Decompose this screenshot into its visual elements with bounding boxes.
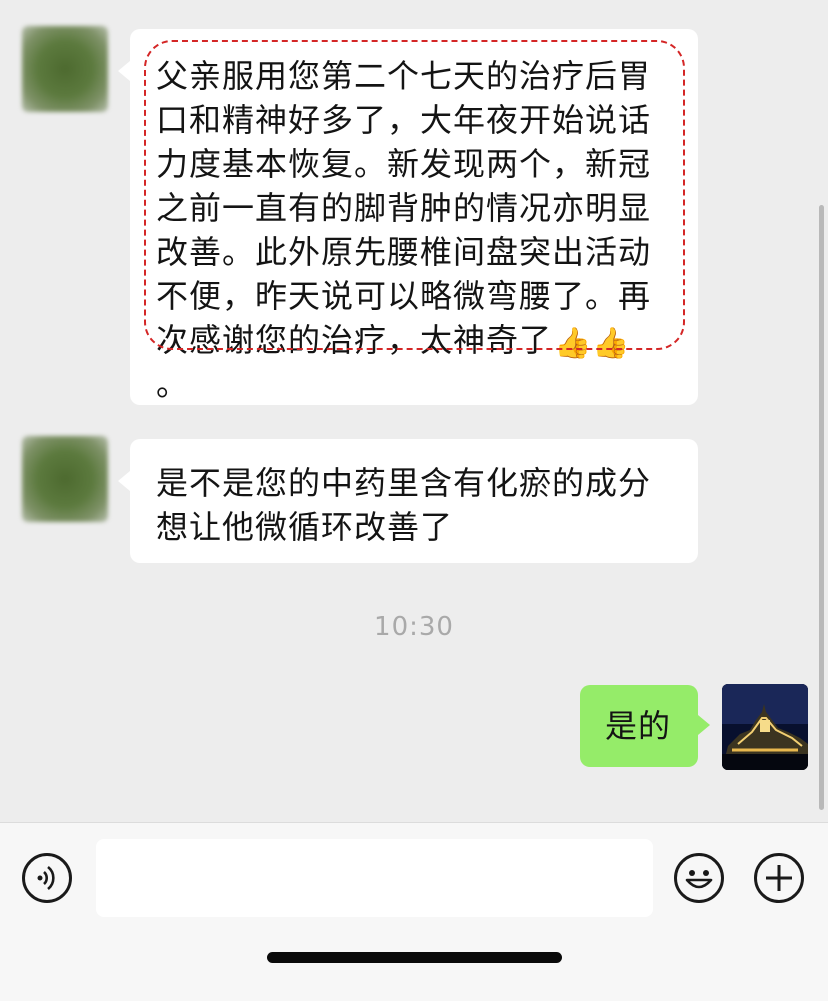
message-text: 是的 — [605, 707, 672, 745]
message-text: 父亲服用您第二个七天的治疗后胃口和精神好多了，大年夜开始说话力度基本恢复。新发现… — [156, 57, 652, 359]
message-text-tail: 。 — [156, 365, 190, 403]
thumbs-up-emoji: 👍👍 — [554, 326, 631, 361]
night-building-photo — [722, 684, 808, 770]
scrollbar[interactable] — [819, 205, 824, 810]
message-input[interactable] — [96, 839, 653, 917]
my-avatar[interactable] — [722, 684, 808, 770]
emoji-button[interactable] — [674, 853, 724, 903]
voice-icon — [37, 865, 55, 891]
chat-area: 父亲服用您第二个七天的治疗后胃口和精神好多了，大年夜开始说话力度基本恢复。新发现… — [0, 0, 828, 822]
message-text: 是不是您的中药里含有化瘀的成分想让他微循环改善了 — [156, 464, 652, 546]
message-bubble[interactable]: 是不是您的中药里含有化瘀的成分想让他微循环改善了 — [118, 439, 698, 563]
message-bubble[interactable]: 父亲服用您第二个七天的治疗后胃口和精神好多了，大年夜开始说话力度基本恢复。新发现… — [118, 29, 698, 405]
contact-avatar[interactable] — [22, 26, 108, 112]
input-bar — [0, 822, 828, 1001]
plus-button[interactable] — [754, 853, 804, 903]
emoji-icon — [685, 870, 713, 889]
my-message-bubble[interactable]: 是的 — [580, 685, 710, 767]
message-timestamp: 10:30 — [374, 612, 454, 642]
plus-icon — [766, 865, 792, 891]
contact-avatar[interactable] — [22, 436, 108, 522]
voice-button[interactable] — [22, 853, 72, 903]
home-indicator[interactable] — [267, 952, 562, 963]
